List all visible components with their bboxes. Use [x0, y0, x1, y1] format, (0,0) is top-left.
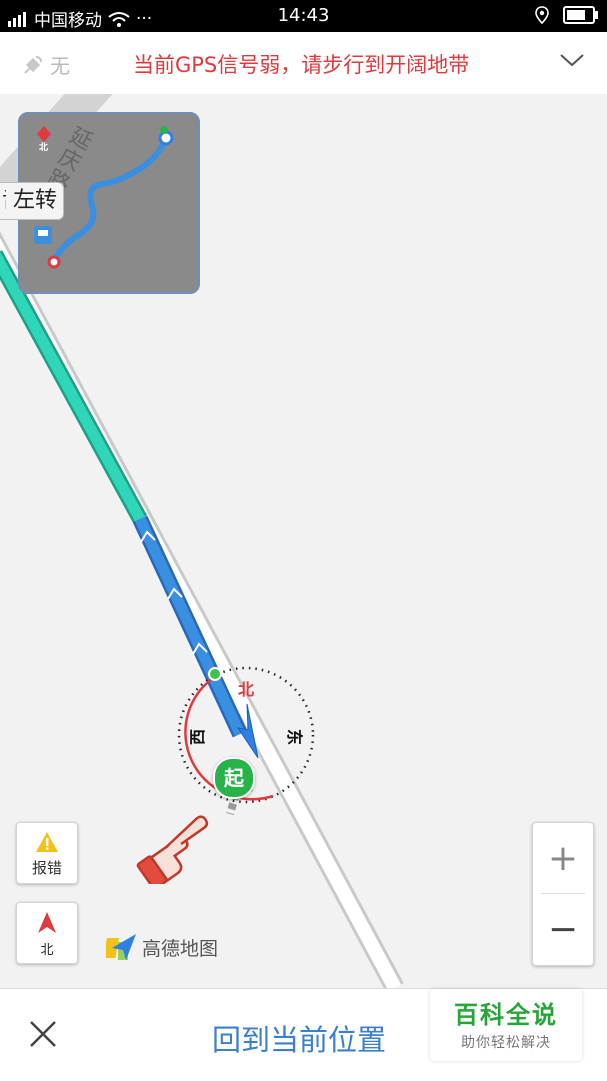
status-right: [535, 6, 598, 24]
status-bar: 中国移动 ··· 14:43: [0, 0, 607, 32]
start-marker-label: 起: [224, 766, 244, 790]
map-brand: 高德地图: [106, 932, 218, 962]
amap-logo-icon: [106, 934, 136, 960]
north-arrow-icon: [38, 912, 56, 933]
minimap-current-dot: [158, 130, 174, 146]
route-remaining: [135, 516, 245, 737]
gps-signal-label: 无: [50, 54, 70, 78]
bottom-bar: 回到当前位置 百科全说 助你轻松解决: [0, 988, 607, 1081]
turn-instruction-text: 左转: [13, 188, 58, 213]
compass-east-label: 东: [285, 728, 305, 746]
status-time: 14:43: [277, 5, 330, 26]
watermark-subtitle: 助你轻松解决: [461, 1035, 551, 1051]
report-error-button[interactable]: 报错: [16, 822, 78, 884]
zoom-controls: + −: [532, 822, 594, 966]
gps-warning-bar: 无 当前GPS信号弱，请步行到开阔地带: [0, 32, 607, 95]
chevron-down-icon[interactable]: [559, 52, 585, 68]
start-marker[interactable]: 起: [213, 757, 255, 799]
battery-icon: [563, 6, 598, 24]
watermark-badge: 百科全说 助你轻松解决: [430, 989, 582, 1061]
zoom-in-button[interactable]: +: [533, 823, 593, 893]
satellite-icon: [24, 55, 42, 74]
close-icon[interactable]: [28, 1019, 58, 1049]
warning-icon: [36, 832, 58, 852]
map-canvas[interactable]: 北 东 南 西 起 北 延庆路 舌 左转: [0, 94, 607, 988]
turn-instruction-prefix: 舌: [2, 183, 6, 219]
turn-instruction: 舌 左转: [0, 182, 65, 220]
compass-dot: [208, 667, 222, 681]
location-icon: [535, 6, 549, 24]
zoom-out-button[interactable]: −: [533, 894, 593, 964]
north-label: 北: [40, 943, 54, 958]
compass-north-label: 北: [238, 680, 255, 699]
back-to-current-location-button[interactable]: 回到当前位置: [212, 1017, 386, 1059]
minimap-end-dot: [47, 255, 61, 269]
watermark-title: 百科全说: [454, 1001, 558, 1029]
gps-signal-status: 无: [22, 50, 70, 79]
brand-label: 高德地图: [142, 937, 219, 960]
gps-warning-message: 当前GPS信号弱，请步行到开阔地带: [133, 53, 470, 77]
pointing-hand-icon: [136, 815, 209, 884]
minimap-station-label: 北: [39, 143, 49, 153]
report-error-label: 报错: [31, 859, 62, 877]
north-up-button[interactable]: 北: [16, 902, 78, 964]
compass-west-label: 西: [188, 728, 208, 746]
